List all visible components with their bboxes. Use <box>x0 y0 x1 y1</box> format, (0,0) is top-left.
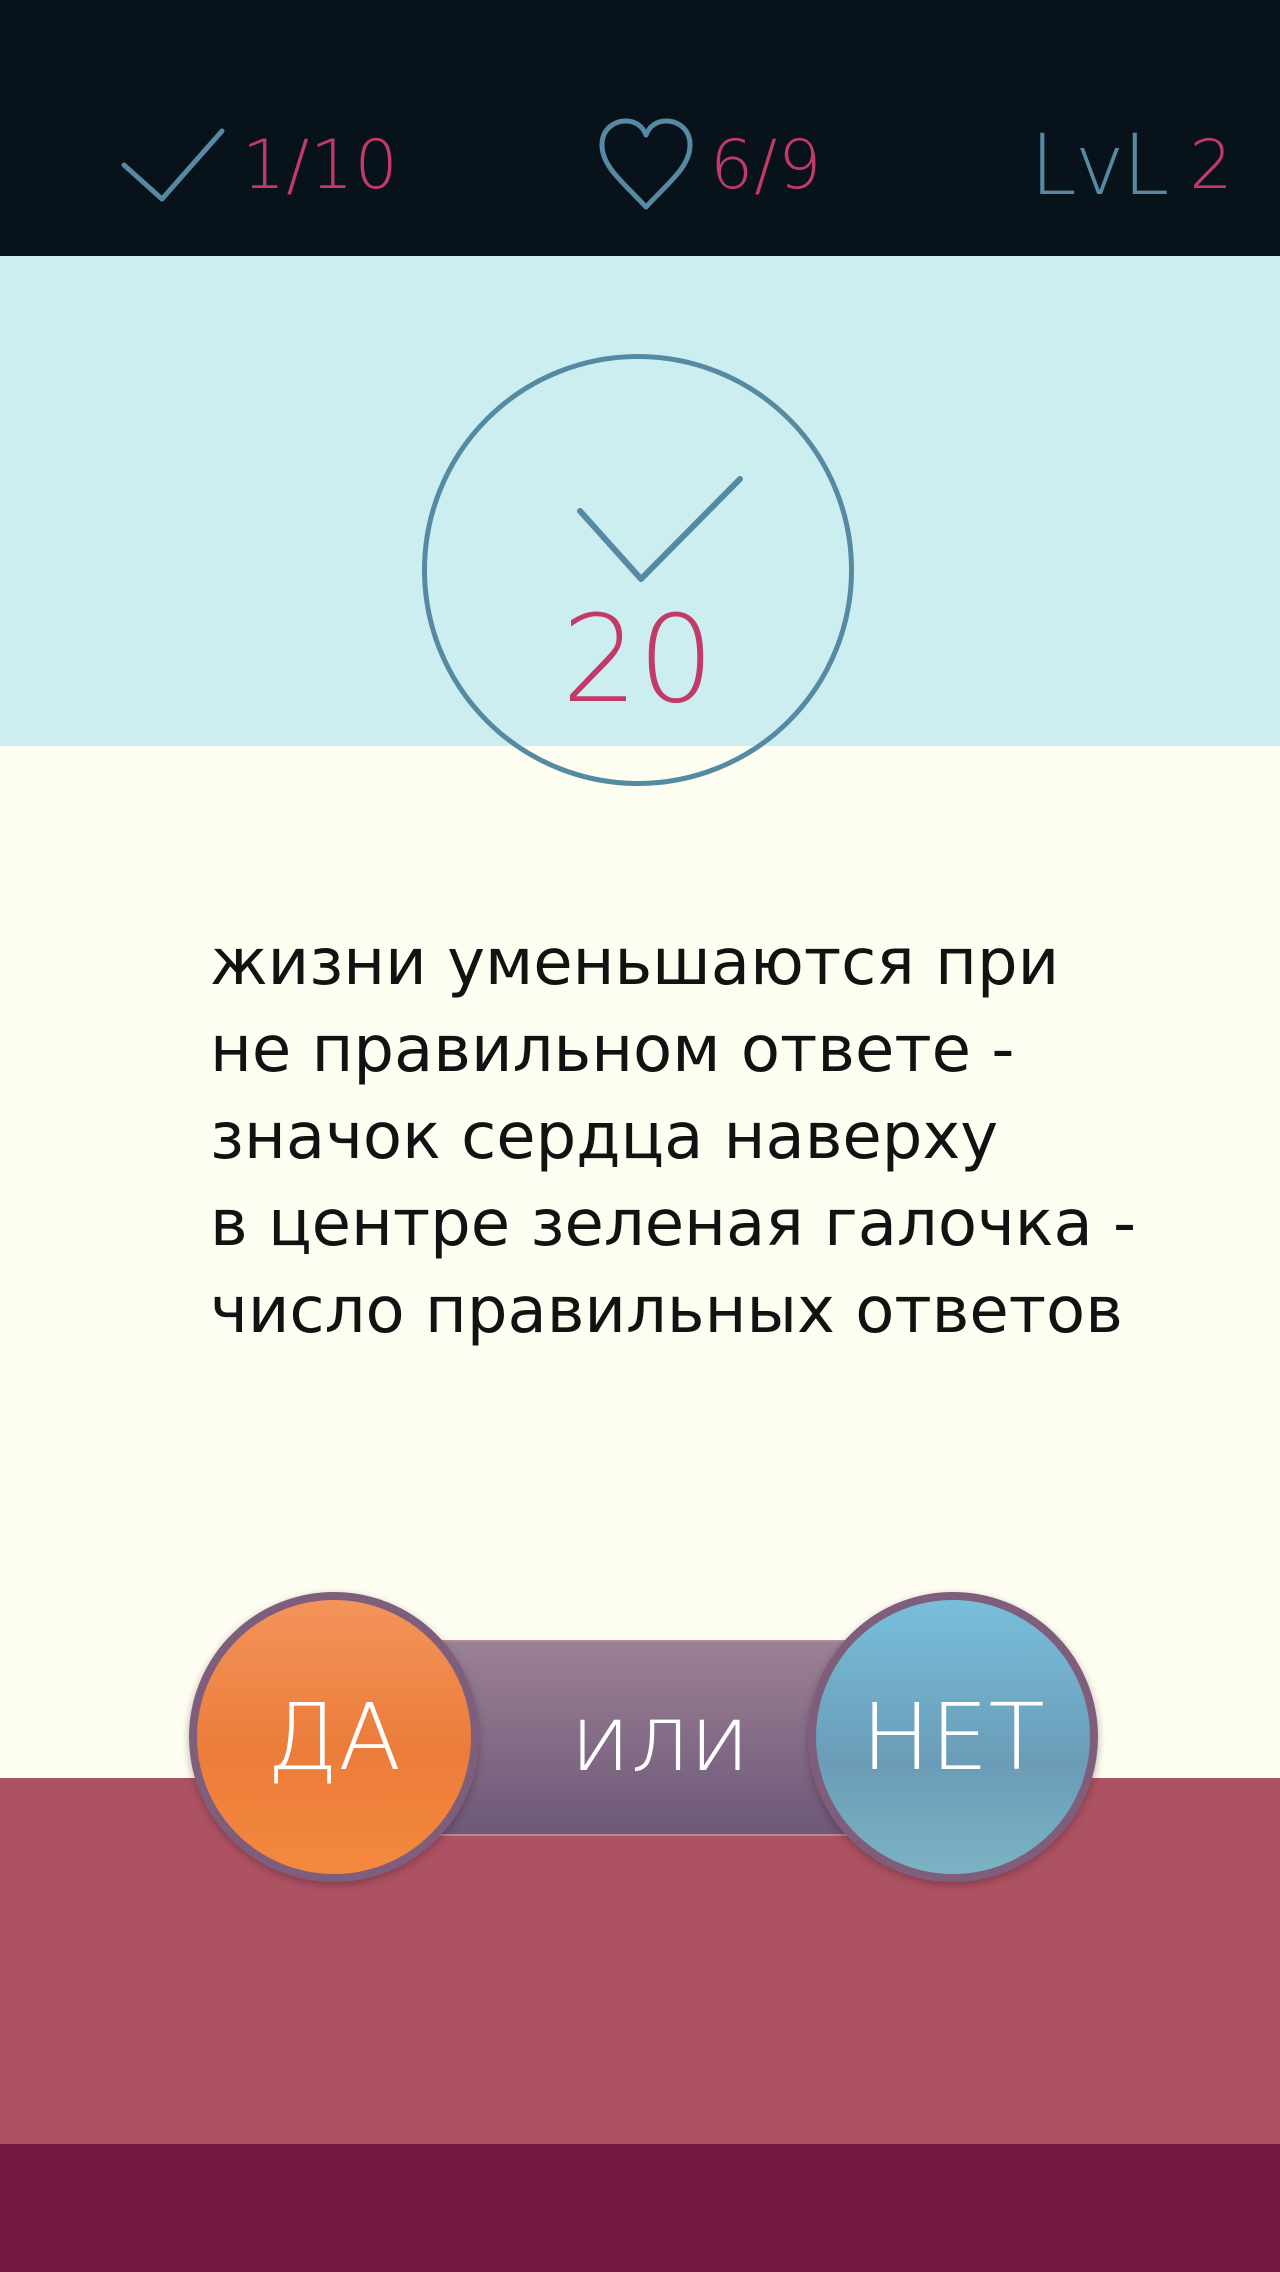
lives-count: 6/9 <box>710 125 823 205</box>
correct-answers-count: 1/10 <box>242 125 399 205</box>
status-bar: 1/10 6/9 LvL 2 <box>0 0 1280 256</box>
heart-icon <box>599 118 693 210</box>
check-icon <box>577 476 743 582</box>
score-circle: 20 <box>422 354 854 786</box>
level-value: 2 <box>1189 125 1234 205</box>
correct-answers-stat: 1/10 <box>118 110 399 220</box>
level-stat: LvL 2 <box>1030 110 1234 220</box>
footer-band <box>0 2144 1280 2272</box>
question-text: жизни уменьшаются при не правильном отве… <box>210 926 1137 1348</box>
no-button[interactable]: НЕТ <box>808 1592 1098 1882</box>
lives-stat: 6/9 <box>596 110 822 220</box>
yes-button[interactable]: ДА <box>189 1592 479 1882</box>
score-value: 20 <box>561 591 715 730</box>
level-label: LvL <box>1030 116 1169 214</box>
check-icon <box>121 128 225 202</box>
